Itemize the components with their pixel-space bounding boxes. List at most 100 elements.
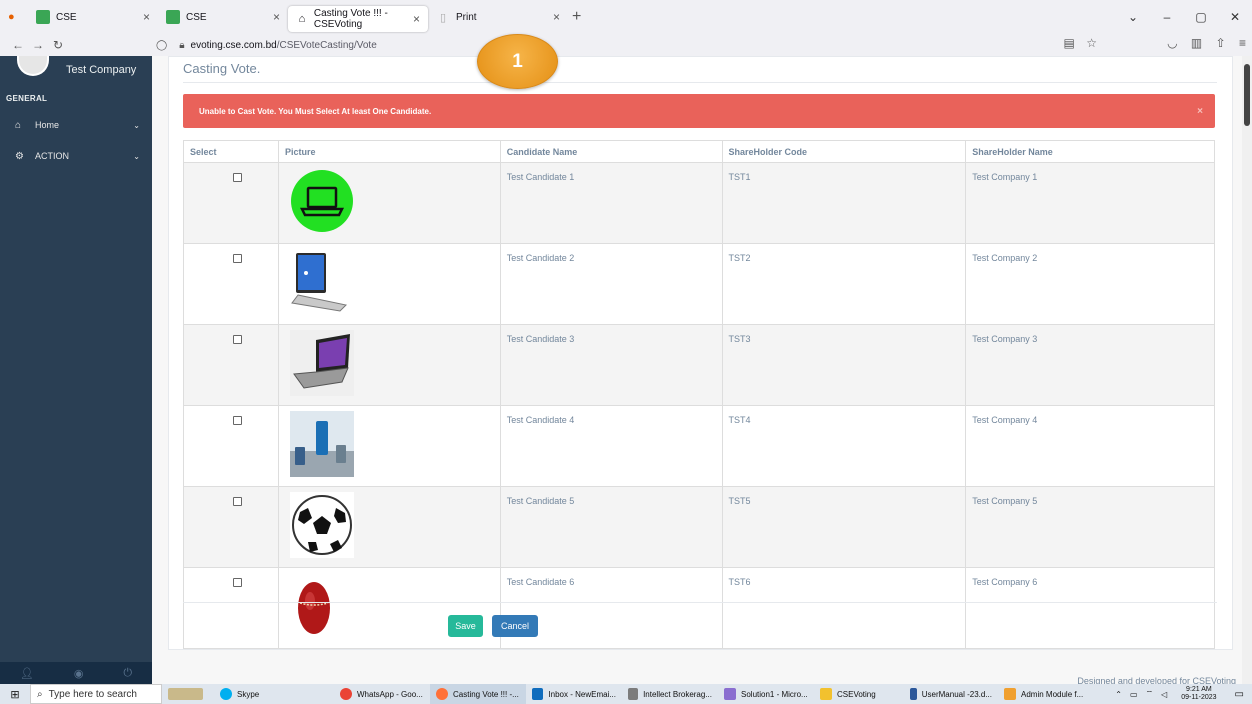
page-title: Casting Vote. (183, 61, 261, 76)
volume-icon[interactable]: ◁ (1161, 690, 1167, 699)
wifi-icon[interactable]: ⌔ (1146, 689, 1154, 699)
sidebar-item-action[interactable]: ⚙ ACTION ⌄ (0, 145, 152, 167)
table-row: Test Candidate 3 TST3 Test Company 3 (183, 324, 1215, 406)
tab-print[interactable]: ▯ Print × (428, 0, 568, 34)
firefox-icon[interactable]: ● (0, 0, 28, 34)
tab-label: CSE (186, 11, 207, 23)
eye-icon[interactable]: ◉ (74, 667, 84, 680)
close-icon[interactable]: × (273, 10, 280, 24)
bookmark-star-icon[interactable]: ☆ (1086, 36, 1097, 50)
menu-icon[interactable]: ≡ (1239, 36, 1246, 50)
shareholder-code: TST1 (721, 162, 967, 244)
pocket-icon[interactable]: ◡ (1167, 36, 1177, 50)
close-window-icon[interactable]: ✕ (1218, 10, 1252, 24)
taskbar-item-skype[interactable]: Skype (214, 684, 334, 704)
column-header-candidate-name: Candidate Name (499, 140, 723, 163)
alert-close-icon[interactable]: × (1197, 106, 1203, 117)
close-icon[interactable]: × (143, 10, 150, 24)
power-icon[interactable]: ⏻ (123, 667, 132, 680)
vote-panel: Casting Vote. Unable to Cast Vote. You M… (168, 56, 1233, 650)
visual-studio-icon (724, 688, 736, 700)
print-favicon-icon: ▯ (439, 11, 447, 24)
taskbar-item-label: CSEVoting (837, 689, 876, 699)
candidate-name: Test Candidate 2 (499, 243, 723, 325)
taskbar-item-word[interactable]: UserManual -23.d... (904, 684, 998, 704)
candidate-table: Select Picture Candidate Name ShareHolde… (183, 140, 1215, 649)
select-checkbox[interactable] (233, 335, 242, 344)
page-scrollbar[interactable] (1242, 56, 1252, 684)
taskbar-item-label: Casting Vote !!! -... (453, 689, 519, 699)
taskbar-item-label: Inbox - NewEmai... (548, 689, 616, 699)
reload-icon[interactable]: ↻ (48, 38, 68, 52)
sidebar-footer: 👤︎ ◉ ⏻ (0, 662, 152, 684)
table-header: Select Picture Candidate Name ShareHolde… (183, 140, 1215, 163)
taskbar-item-casting-vote[interactable]: Casting Vote !!! -... (430, 684, 526, 704)
table-row: Test Candidate 2 TST2 Test Company 2 (183, 243, 1215, 325)
laptop-open-icon (291, 253, 347, 312)
chrome-icon (340, 688, 352, 700)
notification-icon[interactable]: ▭ (1235, 689, 1244, 700)
chevron-up-icon[interactable]: ⌃ (1115, 690, 1122, 699)
restore-icon[interactable]: ▢ (1184, 10, 1218, 24)
column-header-picture: Picture (277, 140, 501, 163)
shareholder-code: TST4 (721, 405, 967, 487)
select-checkbox[interactable] (233, 416, 242, 425)
sidebar-item-home[interactable]: ⌂ Home ⌄ (0, 114, 152, 136)
windows-start-icon[interactable]: ⊞ (0, 688, 30, 701)
close-icon[interactable]: × (553, 10, 560, 24)
network-icon[interactable]: ▭ (1130, 690, 1138, 699)
select-checkbox[interactable] (233, 254, 242, 263)
taskbar-item-whatsapp[interactable]: WhatsApp - Goo... (334, 684, 430, 704)
cancel-button[interactable]: Cancel (492, 615, 538, 637)
taskbar-item-admin-module[interactable]: Admin Module f... (998, 684, 1092, 704)
reader-view-icon[interactable]: ▤ (1064, 36, 1075, 50)
sidebar: Test Company GENERAL ⌂ Home ⌄ ⚙ ACTION ⌄… (0, 56, 152, 684)
back-icon[interactable]: ← (8, 38, 28, 52)
close-icon[interactable]: × (413, 12, 420, 26)
cse-favicon-icon (36, 10, 50, 24)
taskbar-item-outlook[interactable]: Inbox - NewEmai... (526, 684, 622, 704)
tab-label: CSE (56, 11, 77, 23)
new-tab-button[interactable]: + (572, 8, 581, 26)
save-button[interactable]: Save (448, 615, 483, 637)
minimize-icon[interactable]: – (1150, 10, 1184, 24)
taskbar-search[interactable]: ⌕ Type here to search (30, 684, 162, 704)
address-bar[interactable]: ◯ 🔒︎ evoting.cse.com.bd /CSEVoteCasting/… (150, 34, 1094, 56)
candidate-name: Test Candidate 1 (499, 162, 723, 244)
chevron-down-icon[interactable]: ⌄ (1116, 10, 1150, 24)
shareholder-code: TST2 (721, 243, 967, 325)
shareholder-name: Test Company 3 (965, 324, 1215, 406)
home-favicon-icon: ⌂ (298, 13, 306, 25)
taskbar-item-label: Skype (237, 689, 260, 699)
taskbar-item-intellect[interactable]: Intellect Brokerag... (622, 684, 718, 704)
clock[interactable]: 9:21 AM 09-11-2023 (1181, 686, 1216, 702)
window-controls: ⌄ – ▢ ✕ (1116, 0, 1252, 34)
tab-casting-vote[interactable]: ⌂ Casting Vote !!! - CSEVoting × (288, 6, 428, 32)
tab-cse-1[interactable]: CSE × (28, 0, 158, 34)
select-checkbox[interactable] (233, 497, 242, 506)
scrollbar-thumb[interactable] (1244, 64, 1250, 126)
column-header-shareholder-code: ShareHolder Code (721, 140, 967, 163)
sidebar-toggle-icon[interactable]: ▥ (1191, 36, 1202, 50)
taskbar-item-cse-voting[interactable]: CSEVoting (814, 684, 904, 704)
skype-icon (220, 688, 232, 700)
user-icon[interactable]: 👤︎ (20, 667, 34, 680)
select-checkbox[interactable] (233, 578, 242, 587)
image-thumbnail-icon (168, 688, 203, 700)
firefox-icon (436, 688, 448, 700)
shareholder-name: Test Company 5 (965, 486, 1215, 568)
taskbar-item-image[interactable] (162, 684, 214, 704)
taskbar-item-label: UserManual -23.d... (921, 689, 992, 699)
candidate-name: Test Candidate 5 (499, 486, 723, 568)
taskbar-item-visual-studio[interactable]: Solution1 - Micro... (718, 684, 814, 704)
url-path: /CSEVoteCasting/Vote (276, 39, 377, 51)
taskbar-item-label: Admin Module f... (1021, 689, 1084, 699)
forward-icon[interactable]: → (28, 38, 48, 52)
select-checkbox[interactable] (233, 173, 242, 182)
taskbar-item-label: WhatsApp - Goo... (357, 689, 423, 699)
url-host: evoting.cse.com.bd (190, 39, 277, 51)
tab-cse-2[interactable]: CSE × (158, 0, 288, 34)
extensions-icon[interactable]: ⇧ (1216, 36, 1226, 50)
chevron-down-icon: ⌄ (133, 151, 140, 161)
search-icon: ⌕ (37, 688, 43, 700)
